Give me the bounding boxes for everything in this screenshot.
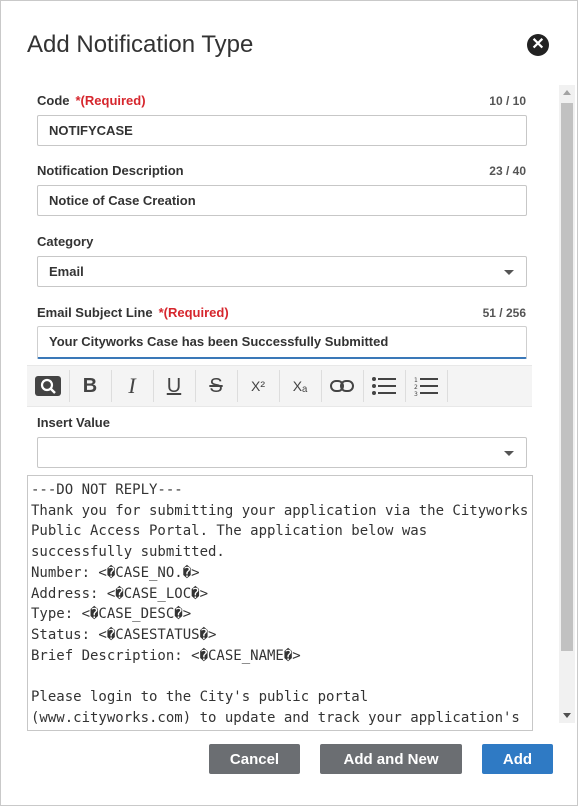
category-select[interactable]: Email [37,256,527,287]
chevron-down-icon [504,451,514,456]
subject-label: Email Subject Line *(Required) [37,305,229,320]
category-label: Category [37,234,94,249]
code-input-value: NOTIFYCASE [49,123,133,138]
message-body-editor[interactable]: ---DO NOT REPLY--- Thank you for submitt… [27,475,533,731]
bulleted-list-icon[interactable] [363,366,405,406]
description-input[interactable]: Notice of Case Creation [37,185,527,216]
message-body-text: ---DO NOT REPLY--- Thank you for submitt… [31,482,529,726]
description-counter: 23 / 40 [489,164,526,178]
subject-input[interactable]: Your Cityworks Case has been Successfull… [37,326,527,359]
chevron-down-icon [504,270,514,275]
svg-text:2: 2 [414,384,418,391]
code-label: Code *(Required) [37,93,146,108]
underline-icon[interactable]: U [153,366,195,406]
code-required-marker: *(Required) [75,93,146,108]
insert-value-label: Insert Value [37,415,110,430]
superscript-icon[interactable]: X² [237,366,279,406]
subject-input-value: Your Cityworks Case has been Successfull… [49,334,389,349]
description-label: Notification Description [37,163,184,178]
link-icon[interactable] [321,366,363,406]
subject-required-marker: *(Required) [158,305,229,320]
form-scrollbar[interactable] [559,85,575,723]
add-and-new-button[interactable]: Add and New [320,744,462,774]
dialog-title: Add Notification Type [27,31,254,58]
scroll-down-icon[interactable] [563,713,571,718]
subject-counter: 51 / 256 [482,306,526,320]
svg-text:1: 1 [414,377,418,384]
code-input[interactable]: NOTIFYCASE [37,115,527,146]
cancel-button[interactable]: Cancel [209,744,300,774]
scroll-up-icon[interactable] [563,90,571,95]
close-icon[interactable]: ✕ [527,34,549,56]
scroll-thumb[interactable] [561,103,573,651]
insert-value-select[interactable] [37,437,527,468]
add-button[interactable]: Add [482,744,553,774]
editor-toolbar: B I U S X² Xₐ 123 [27,365,532,407]
subscript-icon[interactable]: Xₐ [279,366,321,406]
italic-icon[interactable]: I [111,366,153,406]
find-icon[interactable] [27,366,69,406]
numbered-list-icon[interactable]: 123 [405,366,447,406]
code-counter: 10 / 10 [489,94,526,108]
strikethrough-icon[interactable]: S [195,366,237,406]
subject-label-text: Email Subject Line [37,305,153,320]
add-notification-type-dialog: Add Notification Type ✕ Code *(Required) … [0,0,578,806]
svg-text:3: 3 [414,391,418,396]
category-select-value: Email [49,264,84,279]
description-input-value: Notice of Case Creation [49,193,196,208]
code-label-text: Code [37,93,70,108]
toolbar-divider [447,370,448,402]
bold-icon[interactable]: B [69,366,111,406]
